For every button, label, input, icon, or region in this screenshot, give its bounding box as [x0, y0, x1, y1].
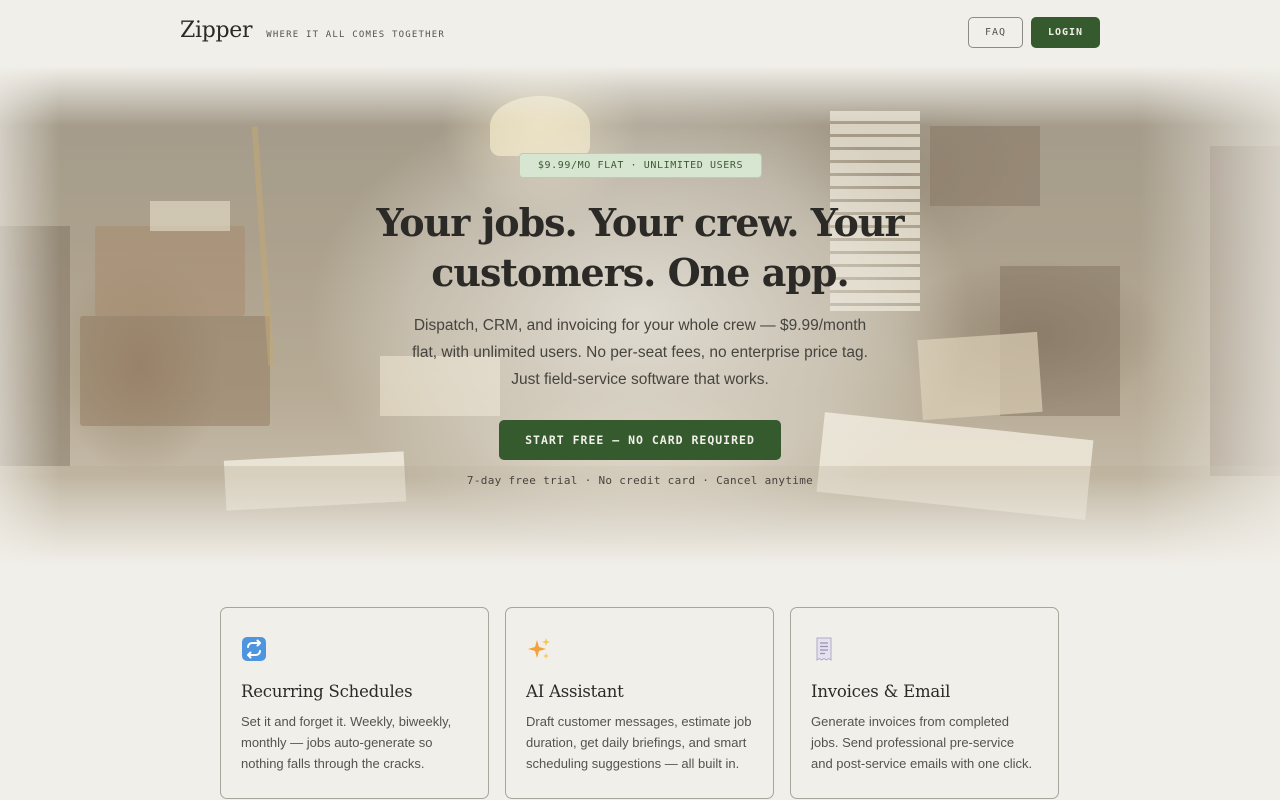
- faq-button[interactable]: FAQ: [968, 17, 1023, 48]
- header-nav: FAQ LOGIN: [968, 17, 1100, 48]
- feature-desc-line-3: nothing falls through the cracks.: [241, 756, 425, 771]
- tagline: WHERE IT ALL COMES TOGETHER: [266, 30, 445, 40]
- feature-desc-line-2: jobs. Send professional pre-service: [811, 735, 1015, 750]
- feature-title: Recurring Schedules: [241, 682, 413, 701]
- hero-section: $9.99/MO FLAT · UNLIMITED USERS Your job…: [0, 66, 1280, 566]
- feature-desc-line-1: Draft customer messages, estimate job: [526, 714, 752, 729]
- feature-desc-line-2: duration, get daily briefings, and smart: [526, 735, 747, 750]
- feature-description: Set it and forget it. Weekly, biweekly, …: [241, 711, 468, 774]
- hero-subtext: Dispatch, CRM, and invoicing for your wh…: [390, 312, 890, 393]
- subtext-line-1: Dispatch, CRM, and invoicing for your wh…: [413, 317, 867, 334]
- feature-description: Draft customer messages, estimate job du…: [526, 711, 753, 774]
- feature-title: AI Assistant: [526, 682, 624, 701]
- feature-desc-line-1: Generate invoices from completed: [811, 714, 1009, 729]
- sparkles-icon: [528, 638, 550, 659]
- subtext-line-2: flat, with unlimited users. No per-seat …: [412, 344, 868, 361]
- hero-content: $9.99/MO FLAT · UNLIMITED USERS Your job…: [0, 66, 1280, 566]
- feature-description: Generate invoices from completed jobs. S…: [811, 711, 1038, 774]
- subtext-line-3: Just field-service software that works.: [511, 371, 769, 388]
- brand: Zipper WHERE IT ALL COMES TOGETHER: [180, 18, 445, 43]
- feature-title: Invoices & Email: [811, 682, 951, 701]
- price-badge: $9.99/MO FLAT · UNLIMITED USERS: [519, 153, 762, 178]
- site-header: Zipper WHERE IT ALL COMES TOGETHER FAQ L…: [0, 0, 1280, 66]
- features-section: Recurring Schedules Set it and forget it…: [220, 607, 1060, 799]
- receipt-icon: [816, 637, 832, 661]
- feature-desc-line-2: monthly — jobs auto-generate so: [241, 735, 433, 750]
- repeat-icon: [242, 637, 266, 661]
- headline-line-2: customers. One app.: [431, 250, 849, 295]
- feature-card-recurring: Recurring Schedules Set it and forget it…: [220, 607, 489, 799]
- login-button[interactable]: LOGIN: [1031, 17, 1100, 48]
- trial-note: 7-day free trial · No credit card · Canc…: [466, 474, 814, 487]
- headline-line-1: Your jobs. Your crew. Your: [376, 200, 904, 245]
- feature-card-ai: AI Assistant Draft customer messages, es…: [505, 607, 774, 799]
- logo[interactable]: Zipper: [180, 18, 253, 43]
- feature-desc-line-3: scheduling suggestions — all built in.: [526, 756, 740, 771]
- feature-desc-line-1: Set it and forget it. Weekly, biweekly,: [241, 714, 452, 729]
- hero-headline: Your jobs. Your crew. Your customers. On…: [340, 198, 940, 298]
- feature-card-invoices: Invoices & Email Generate invoices from …: [790, 607, 1059, 799]
- feature-desc-line-3: and post-service emails with one click.: [811, 756, 1033, 771]
- start-free-button[interactable]: START FREE — NO CARD REQUIRED: [499, 420, 781, 460]
